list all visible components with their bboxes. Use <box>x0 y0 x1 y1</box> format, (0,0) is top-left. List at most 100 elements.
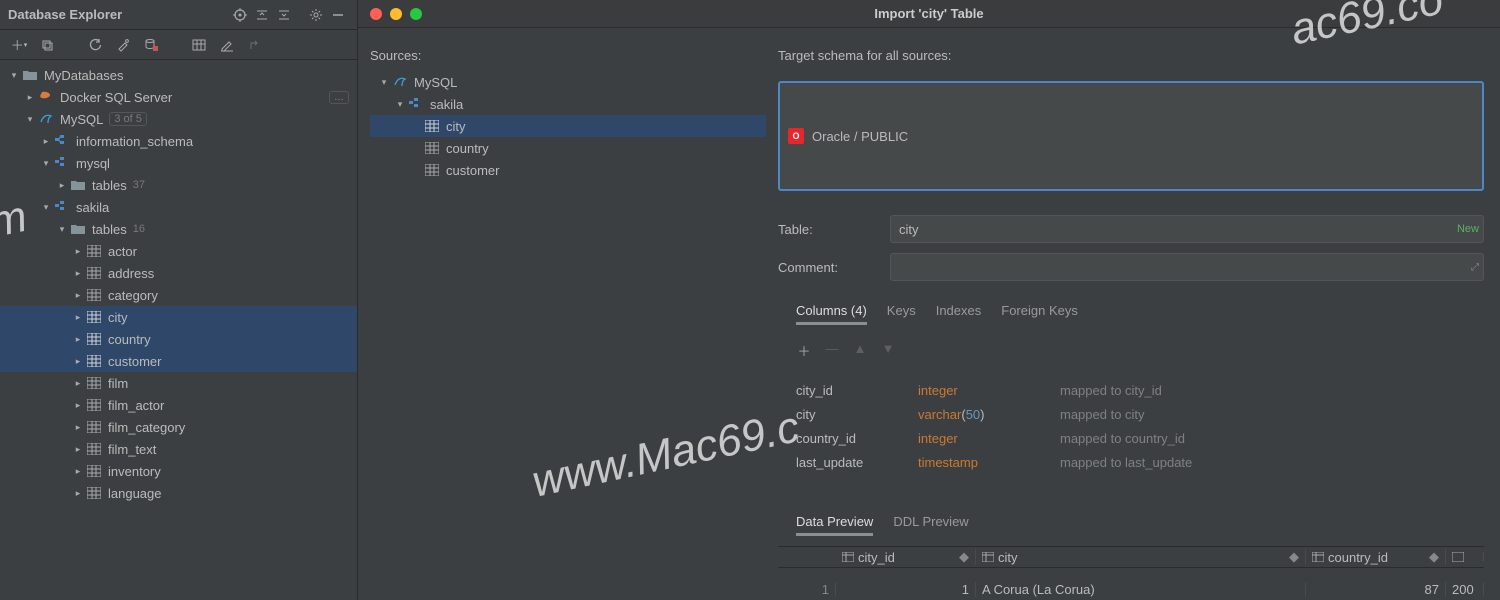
preview-col-city[interactable]: city◆ <box>976 549 1306 565</box>
table-icon <box>86 485 102 501</box>
column-row[interactable]: last_updatetimestampmapped to last_updat… <box>796 450 1466 474</box>
schema-icon <box>54 133 70 149</box>
table-icon <box>86 309 102 325</box>
src-mysql[interactable]: ▾MySQL <box>370 71 766 93</box>
collapse-all-icon[interactable] <box>273 4 295 26</box>
window-close-button[interactable] <box>370 8 382 20</box>
chevron-down-icon: ▾ <box>56 223 68 235</box>
tab-keys[interactable]: Keys <box>887 299 916 325</box>
target-label: Target schema for all sources: <box>778 48 1484 63</box>
table-icon <box>86 287 102 303</box>
add-column-button[interactable]: ＋ <box>796 341 812 360</box>
dialog-title: Import 'city' Table <box>874 6 983 21</box>
preview-col-country-id[interactable]: country_id◆ <box>1306 549 1446 565</box>
table-film-text[interactable]: ▸film_text <box>0 438 357 460</box>
more-badge[interactable]: … <box>329 91 349 104</box>
folder-icon <box>22 67 38 83</box>
add-icon[interactable]: ＋▾ <box>8 34 30 56</box>
target-schema-selector[interactable]: O Oracle / PUBLIC <box>778 81 1484 191</box>
remove-column-button[interactable]: — <box>824 341 840 360</box>
tree-sakila[interactable]: ▾sakila <box>0 196 357 218</box>
table-label: Table: <box>778 222 878 237</box>
jump-icon[interactable] <box>244 34 266 56</box>
window-zoom-button[interactable] <box>410 8 422 20</box>
columns-list: city_idintegermapped to city_id cityvarc… <box>778 376 1484 476</box>
table-view-icon[interactable] <box>188 34 210 56</box>
minimize-icon[interactable] <box>327 4 349 26</box>
mysql-icon <box>392 74 408 90</box>
table-customer[interactable]: ▸customer <box>0 350 357 372</box>
chevron-down-icon: ▾ <box>8 69 20 81</box>
refresh-icon[interactable] <box>84 34 106 56</box>
mysql-icon <box>38 111 54 127</box>
table-film-category[interactable]: ▸film_category <box>0 416 357 438</box>
chevron-down-icon: ▾ <box>40 157 52 169</box>
table-icon <box>86 243 102 259</box>
tree-docker[interactable]: ▸Docker SQL Server… <box>0 86 357 108</box>
tree-mysql[interactable]: ▾MySQL3 of 5 <box>0 108 357 130</box>
table-city[interactable]: ▸city <box>0 306 357 328</box>
tab-ddl-preview[interactable]: DDL Preview <box>893 510 968 536</box>
table-category[interactable]: ▸category <box>0 284 357 306</box>
move-up-button[interactable]: ▲ <box>852 341 868 360</box>
explorer-tree: ▾MyDatabases ▸Docker SQL Server… ▾MySQL3… <box>0 60 357 600</box>
database-stop-icon[interactable] <box>140 34 162 56</box>
target-schema-value: Oracle / PUBLIC <box>812 129 908 144</box>
table-icon <box>86 441 102 457</box>
tab-data-preview[interactable]: Data Preview <box>796 510 873 536</box>
table-icon <box>424 162 440 178</box>
tab-indexes[interactable]: Indexes <box>936 299 982 325</box>
tab-foreign-keys[interactable]: Foreign Keys <box>1001 299 1078 325</box>
preview-row[interactable]: 1 1 A Corua (La Corua) 87 200 <box>778 578 1484 600</box>
table-actor[interactable]: ▸actor <box>0 240 357 262</box>
window-minimize-button[interactable] <box>390 8 402 20</box>
edit-icon[interactable] <box>216 34 238 56</box>
expand-icon[interactable]: ⤢ <box>1471 262 1479 273</box>
oracle-icon: O <box>788 128 804 144</box>
import-dialog: Import 'city' Table Sources: ▾MySQL ▾sak… <box>358 0 1500 600</box>
tree-mysql-tables[interactable]: ▸tables37 <box>0 174 357 196</box>
tree-mysql-db[interactable]: ▾mysql <box>0 152 357 174</box>
sources-label: Sources: <box>370 48 766 63</box>
explorer-toolbar: ＋▾ <box>0 30 357 60</box>
preview-col-city-id[interactable]: city_id◆ <box>836 549 976 565</box>
schema-icon <box>54 155 70 171</box>
tree-info-schema[interactable]: ▸information_schema <box>0 130 357 152</box>
table-icon <box>86 397 102 413</box>
chevron-right-icon: ▸ <box>24 91 36 103</box>
chevron-right-icon: ▸ <box>72 245 84 257</box>
move-down-button[interactable]: ▼ <box>880 341 896 360</box>
tool-properties-icon[interactable] <box>112 34 134 56</box>
tree-root[interactable]: ▾MyDatabases <box>0 64 357 86</box>
src-sakila[interactable]: ▾sakila <box>370 93 766 115</box>
chevron-down-icon: ▾ <box>40 201 52 213</box>
settings-icon[interactable] <box>305 4 327 26</box>
table-icon <box>86 331 102 347</box>
column-row[interactable]: country_idintegermapped to country_id <box>796 426 1466 450</box>
src-country[interactable]: ▸country <box>370 137 766 159</box>
new-badge: New <box>1457 223 1479 235</box>
table-country[interactable]: ▸country <box>0 328 357 350</box>
table-input[interactable]: city New <box>890 215 1484 243</box>
tab-columns[interactable]: Columns (4) <box>796 299 867 325</box>
comment-input[interactable]: ⤢ <box>890 253 1484 281</box>
sqlserver-icon <box>38 89 54 105</box>
table-film-actor[interactable]: ▸film_actor <box>0 394 357 416</box>
table-language[interactable]: ▸language <box>0 482 357 504</box>
table-address[interactable]: ▸address <box>0 262 357 284</box>
target-icon[interactable] <box>229 4 251 26</box>
duplicate-icon[interactable] <box>36 34 58 56</box>
preview-col-last[interactable] <box>1446 552 1484 562</box>
table-inventory[interactable]: ▸inventory <box>0 460 357 482</box>
src-city[interactable]: ▸city <box>370 115 766 137</box>
table-icon <box>86 463 102 479</box>
comment-label: Comment: <box>778 260 878 275</box>
explorer-title: Database Explorer <box>8 7 122 22</box>
tree-sakila-tables[interactable]: ▾tables16 <box>0 218 357 240</box>
column-row[interactable]: cityvarchar(50)mapped to city <box>796 402 1466 426</box>
table-film[interactable]: ▸film <box>0 372 357 394</box>
chevron-right-icon: ▸ <box>56 179 68 191</box>
src-customer[interactable]: ▸customer <box>370 159 766 181</box>
column-row[interactable]: city_idintegermapped to city_id <box>796 378 1466 402</box>
expand-all-icon[interactable] <box>251 4 273 26</box>
